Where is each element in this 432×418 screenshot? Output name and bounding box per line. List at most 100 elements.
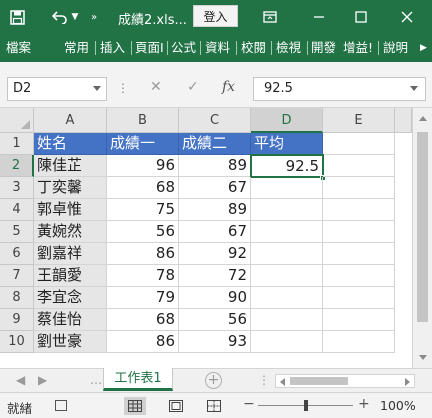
score2-cell[interactable]: 92 — [179, 243, 251, 265]
tab-file[interactable]: 檔案 — [6, 34, 31, 62]
score2-cell[interactable]: 56 — [179, 309, 251, 331]
scroll-right-icon[interactable] — [405, 378, 410, 386]
more-commands-icon[interactable]: » — [88, 8, 100, 26]
score1-cell[interactable]: 96 — [107, 155, 179, 177]
name-cell[interactable]: 劉嘉祥 — [34, 243, 107, 265]
macro-record-icon[interactable] — [55, 400, 67, 411]
name-cell[interactable]: 王韻愛 — [34, 265, 107, 287]
name-cell[interactable]: 劉世豪 — [34, 331, 107, 353]
name-box[interactable]: D2 — [7, 77, 107, 101]
header-cell-name[interactable]: 姓名 — [34, 133, 107, 155]
cancel-entry-icon[interactable]: ✕ — [150, 79, 162, 95]
horizontal-scroll-thumb[interactable] — [290, 377, 348, 385]
row-header[interactable]: 5 — [0, 221, 34, 243]
tab-data[interactable]: 資料 — [205, 34, 230, 62]
undo-icon[interactable] — [50, 8, 70, 26]
next-sheet-icon[interactable]: ▶ — [38, 373, 47, 387]
page-layout-view-icon[interactable] — [165, 397, 187, 415]
name-cell[interactable]: 黃婉然 — [34, 221, 107, 243]
tab-formulas[interactable]: 公式 — [171, 34, 196, 62]
add-sheet-icon[interactable]: + — [205, 372, 222, 389]
row-header[interactable]: 8 — [0, 287, 34, 309]
maximize-icon[interactable] — [354, 8, 368, 26]
tab-addins[interactable]: 增益! — [343, 34, 373, 62]
average-cell[interactable] — [251, 243, 323, 265]
scroll-up-icon[interactable] — [419, 116, 427, 121]
row-header[interactable]: 4 — [0, 199, 34, 221]
vertical-scrollbar[interactable] — [412, 108, 432, 368]
select-all-button[interactable] — [0, 108, 34, 133]
column-header-a[interactable]: A — [34, 108, 107, 133]
score2-cell[interactable]: 90 — [179, 287, 251, 309]
average-cell[interactable] — [251, 177, 323, 199]
empty-cell[interactable] — [323, 199, 395, 221]
name-box-dropdown-icon[interactable] — [93, 86, 101, 91]
tab-help[interactable]: 說明 — [383, 34, 408, 62]
header-cell-score2[interactable]: 成績二 — [179, 133, 251, 155]
average-cell[interactable] — [251, 287, 323, 309]
average-cell[interactable] — [251, 265, 323, 287]
column-header-b[interactable]: B — [107, 108, 179, 133]
score2-cell[interactable]: 89 — [179, 199, 251, 221]
score1-cell[interactable]: 68 — [107, 309, 179, 331]
name-cell[interactable]: 陳佳芷 — [34, 155, 107, 177]
score1-cell[interactable]: 56 — [107, 221, 179, 243]
empty-cell[interactable] — [323, 331, 395, 353]
column-header-d[interactable]: D — [251, 108, 323, 133]
scroll-left-icon[interactable] — [280, 378, 285, 386]
header-cell-average[interactable]: 平均 — [251, 133, 323, 155]
page-break-preview-icon[interactable] — [203, 397, 225, 415]
row-header[interactable]: 6 — [0, 243, 34, 265]
sheet-tabs-overflow-icon[interactable]: … — [90, 373, 102, 387]
column-header-partial[interactable] — [395, 108, 412, 133]
ribbon-scroll-right-icon[interactable]: ▶ — [420, 34, 427, 62]
tab-insert[interactable]: 插入 — [100, 34, 125, 62]
row-header[interactable]: 3 — [0, 177, 34, 199]
save-icon[interactable] — [8, 8, 26, 26]
login-button[interactable]: 登入 — [193, 5, 238, 27]
empty-cell[interactable] — [323, 221, 395, 243]
ribbon-display-options-icon[interactable] — [262, 8, 278, 26]
score2-cell[interactable]: 67 — [179, 221, 251, 243]
score1-cell[interactable]: 78 — [107, 265, 179, 287]
name-cell[interactable]: 蔡佳怡 — [34, 309, 107, 331]
normal-view-icon[interactable] — [124, 397, 146, 415]
average-cell[interactable] — [251, 199, 323, 221]
close-icon[interactable] — [400, 8, 414, 26]
score1-cell[interactable]: 75 — [107, 199, 179, 221]
name-cell[interactable]: 丁奕馨 — [34, 177, 107, 199]
column-header-c[interactable]: C — [179, 108, 251, 133]
active-cell-d2[interactable]: 92.5 — [250, 154, 324, 178]
tab-home[interactable]: 常用 — [64, 34, 89, 62]
scroll-down-icon[interactable] — [419, 355, 427, 360]
minimize-icon[interactable] — [312, 8, 326, 26]
undo-dropdown-icon[interactable]: ▼ — [70, 8, 80, 26]
average-cell[interactable] — [251, 309, 323, 331]
score2-cell[interactable]: 72 — [179, 265, 251, 287]
zoom-in-icon[interactable]: + — [358, 396, 370, 412]
score1-cell[interactable]: 79 — [107, 287, 179, 309]
sheet-tab-active[interactable]: 工作表1 — [103, 368, 173, 391]
empty-cell[interactable] — [323, 287, 395, 309]
empty-cell[interactable] — [323, 133, 395, 155]
tab-view[interactable]: 檢視 — [276, 34, 301, 62]
row-header[interactable]: 9 — [0, 309, 34, 331]
column-header-e[interactable]: E — [323, 108, 395, 133]
empty-cell[interactable] — [323, 309, 395, 331]
header-cell-score1[interactable]: 成績一 — [107, 133, 179, 155]
empty-cell[interactable] — [323, 265, 395, 287]
score2-cell[interactable]: 89 — [179, 155, 251, 177]
row-header[interactable]: 10 — [0, 331, 34, 353]
name-cell[interactable]: 李宜念 — [34, 287, 107, 309]
empty-cell[interactable] — [323, 155, 395, 177]
enter-entry-icon[interactable]: ✓ — [187, 79, 199, 95]
score1-cell[interactable]: 86 — [107, 331, 179, 353]
formula-input[interactable]: 92.5 — [253, 77, 426, 101]
horizontal-scrollbar[interactable] — [275, 374, 415, 388]
zoom-slider-knob[interactable] — [304, 400, 308, 411]
score1-cell[interactable]: 86 — [107, 243, 179, 265]
score2-cell[interactable]: 67 — [179, 177, 251, 199]
score2-cell[interactable]: 93 — [179, 331, 251, 353]
average-cell[interactable] — [251, 221, 323, 243]
insert-function-icon[interactable]: fx — [222, 79, 235, 95]
